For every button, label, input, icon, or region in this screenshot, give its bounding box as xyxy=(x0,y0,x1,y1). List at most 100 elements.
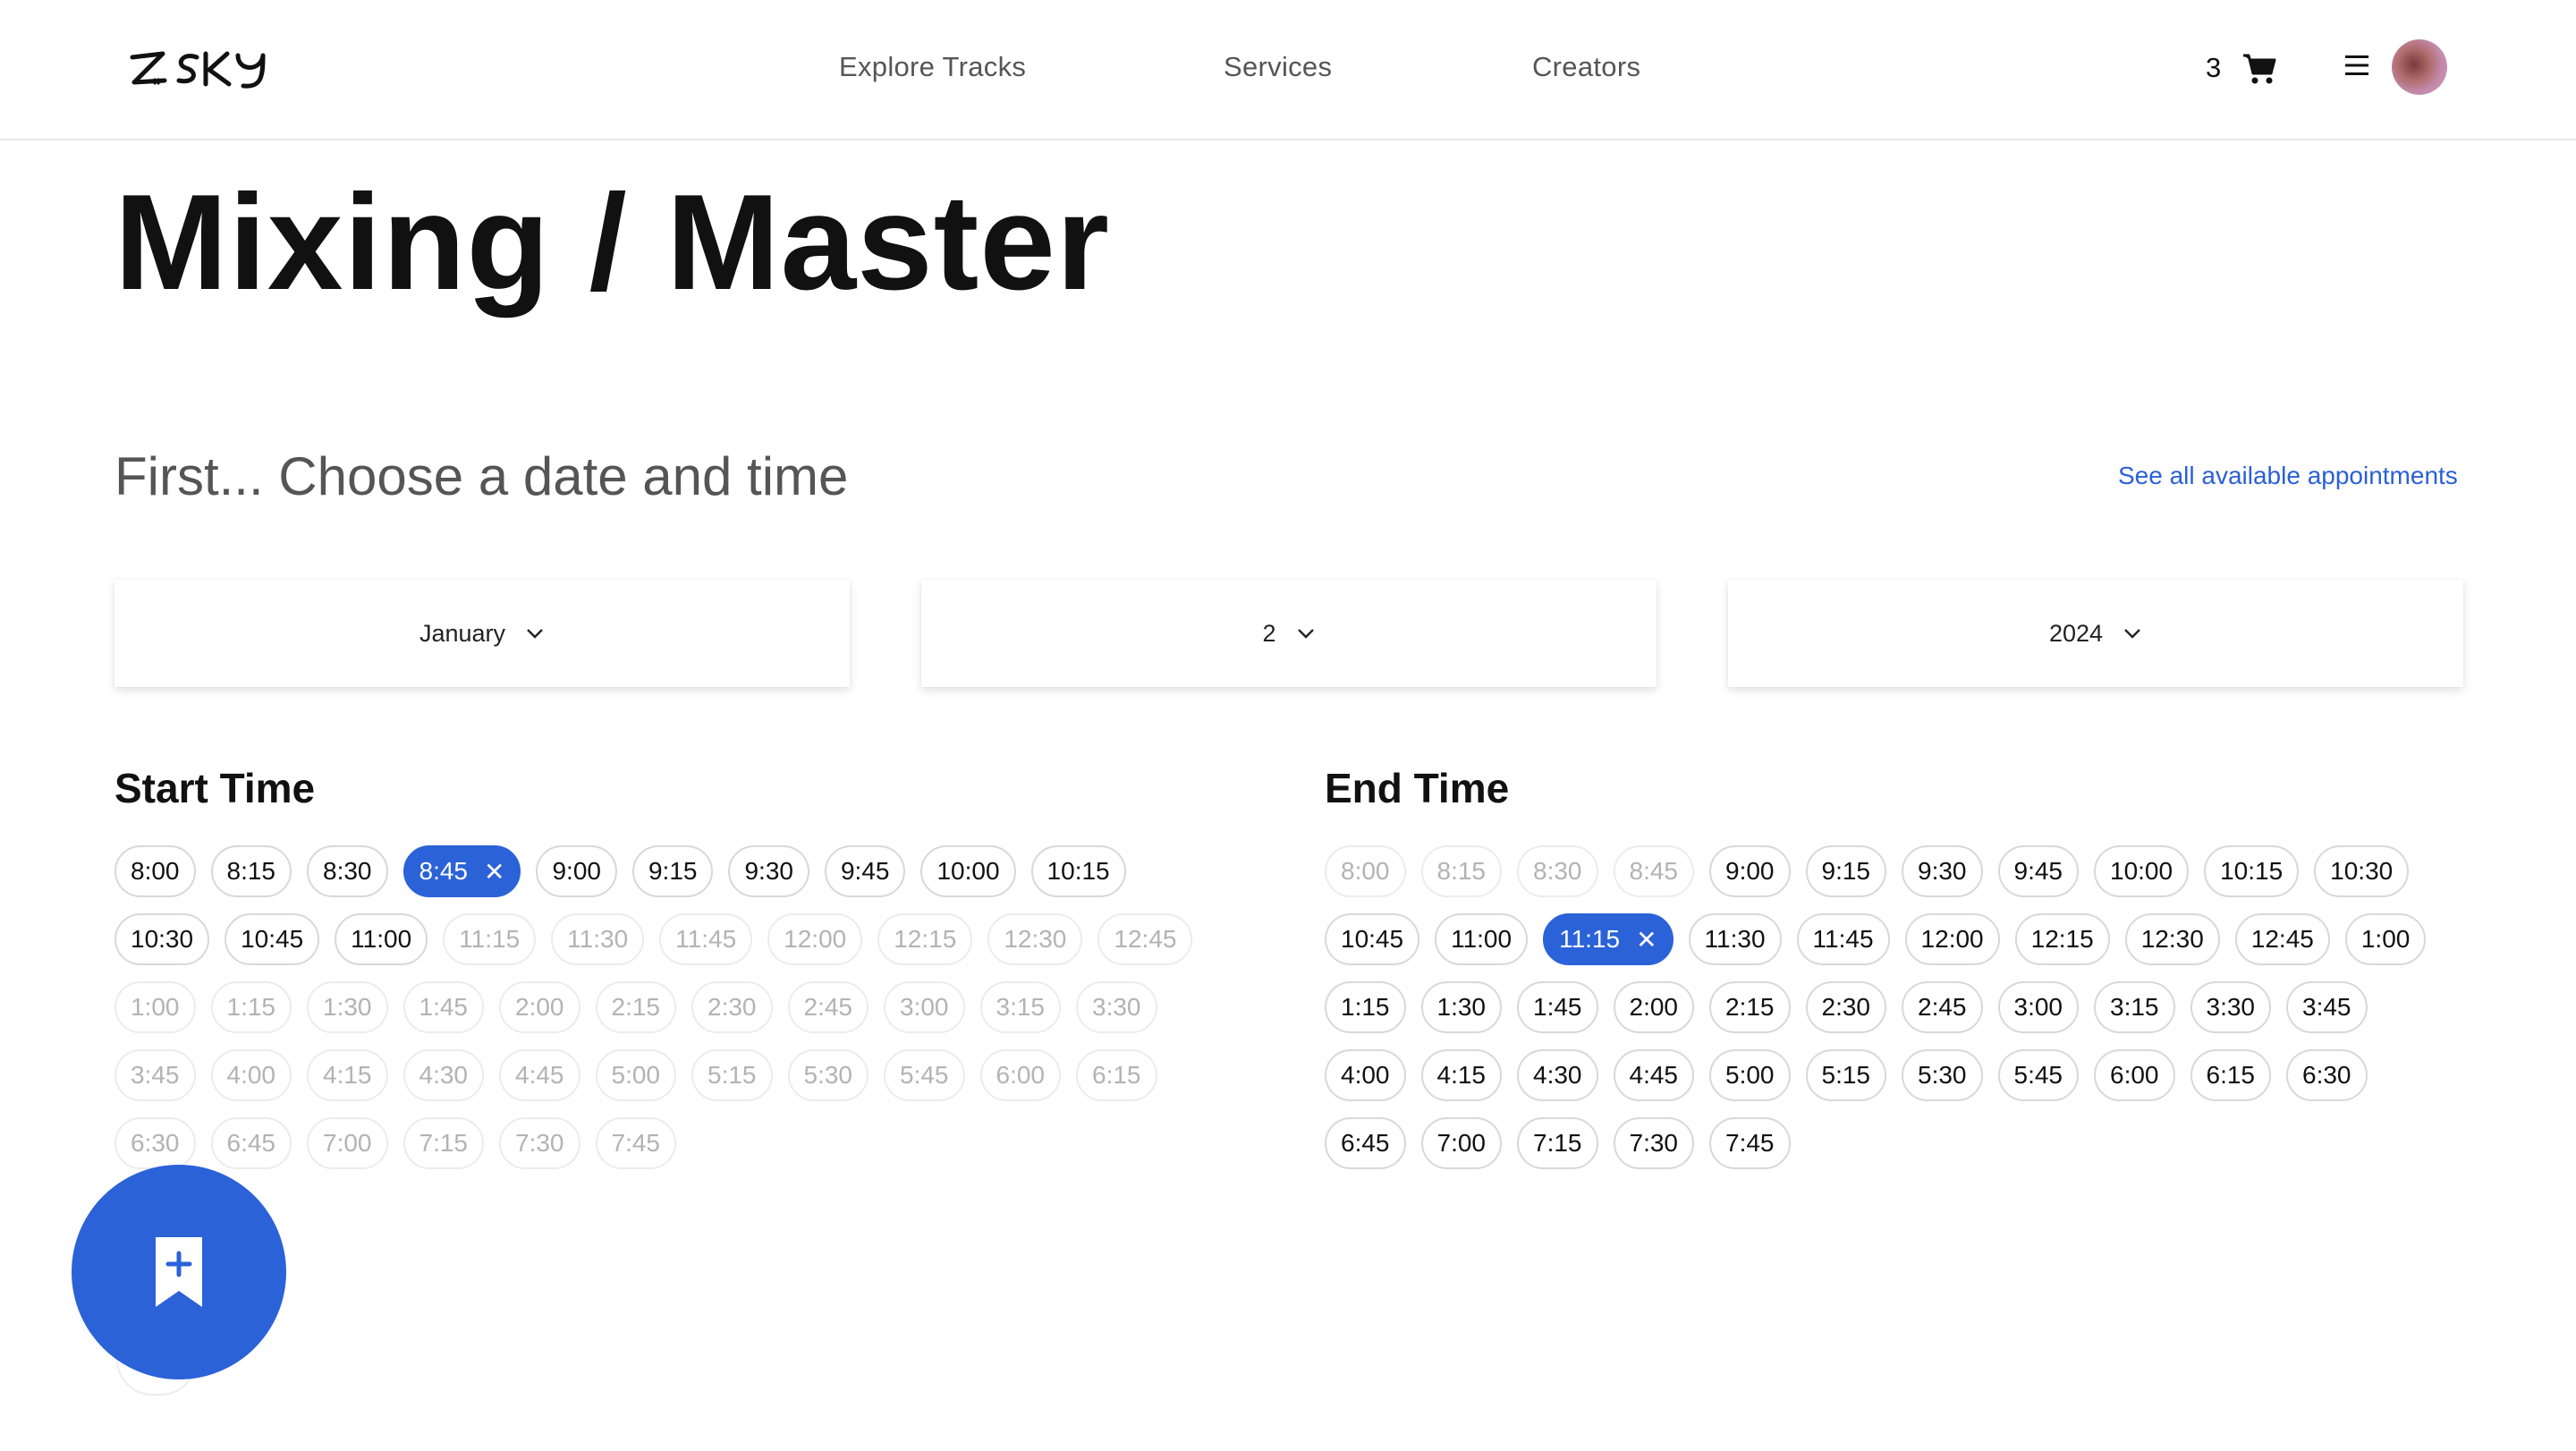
start-time-slot: 2:00 xyxy=(499,981,580,1033)
end-time-slot[interactable]: 12:30 xyxy=(2124,913,2220,965)
end-time-slot[interactable]: 6:30 xyxy=(2286,1049,2368,1101)
end-time-slot[interactable]: 11:30 xyxy=(1688,913,1782,965)
end-time-slot[interactable]: 3:00 xyxy=(1997,981,2079,1033)
start-time-slot: 12:45 xyxy=(1097,913,1193,965)
start-time-slot[interactable]: 9:15 xyxy=(631,845,714,897)
start-time-slot: 4:45 xyxy=(499,1049,580,1101)
end-time-slot: 8:15 xyxy=(1420,845,1502,897)
month-select[interactable]: January xyxy=(114,580,850,687)
end-time-slot[interactable]: 11:00 xyxy=(1435,913,1529,965)
end-time-slot[interactable]: 10:30 xyxy=(2314,845,2410,897)
start-time-slot: 5:15 xyxy=(691,1049,773,1101)
end-time-slot[interactable]: 4:45 xyxy=(1613,1049,1694,1101)
start-time-slot: 2:45 xyxy=(787,981,869,1033)
start-time-slot: 12:30 xyxy=(987,913,1083,965)
end-time-slot[interactable]: 1:00 xyxy=(2344,913,2427,965)
slot-label: 2:45 xyxy=(803,993,853,1021)
clear-selection-icon[interactable]: ✕ xyxy=(484,857,504,887)
start-time-slot[interactable]: 9:30 xyxy=(728,845,809,897)
end-time-slot[interactable]: 12:00 xyxy=(1904,913,2000,965)
end-time-slot[interactable]: 10:00 xyxy=(2094,845,2190,897)
start-time-slot: 7:00 xyxy=(307,1117,388,1169)
start-time-slot: 4:30 xyxy=(402,1049,484,1101)
start-time-slot[interactable]: 10:30 xyxy=(114,913,210,965)
see-all-appointments-link[interactable]: See all available appointments xyxy=(2118,462,2458,490)
end-time-slot[interactable]: 2:15 xyxy=(1709,981,1791,1033)
end-time-slot: 8:45 xyxy=(1613,845,1694,897)
end-time-slot[interactable]: 10:45 xyxy=(1325,913,1420,965)
start-time-slot[interactable]: 11:00 xyxy=(335,913,428,965)
end-time-slot[interactable]: 7:30 xyxy=(1613,1117,1694,1169)
start-time-slot: 3:30 xyxy=(1076,981,1157,1033)
end-time-heading: End Time xyxy=(1325,765,1510,811)
end-time-slot[interactable]: 1:45 xyxy=(1517,981,1598,1033)
slot-label: 12:30 xyxy=(1004,925,1067,953)
cart-icon[interactable] xyxy=(2241,50,2277,86)
start-time-slot[interactable]: 8:00 xyxy=(114,845,196,897)
end-time-slot[interactable]: 12:45 xyxy=(2234,913,2330,965)
end-time-slot[interactable]: 1:15 xyxy=(1325,981,1406,1033)
slot-label: 9:15 xyxy=(648,857,698,885)
end-time-slot[interactable]: 12:15 xyxy=(2014,913,2110,965)
slot-label: 11:00 xyxy=(351,925,412,953)
end-time-slot[interactable]: 9:30 xyxy=(1902,845,1983,897)
end-time-slot[interactable]: 2:45 xyxy=(1902,981,1983,1033)
end-time-slot[interactable]: 11:45 xyxy=(1796,913,1890,965)
end-time-slot[interactable]: 2:30 xyxy=(1805,981,1886,1033)
chevron-down-icon xyxy=(527,629,543,639)
end-time-slot[interactable]: 11:15 ✕ xyxy=(1543,913,1674,965)
end-time-slot[interactable]: 9:45 xyxy=(1997,845,2079,897)
end-time-slot[interactable]: 6:45 xyxy=(1325,1117,1406,1169)
slot-label: 10:00 xyxy=(2110,857,2174,885)
nav-explore-tracks[interactable]: Explore Tracks xyxy=(839,51,1026,83)
end-time-slot[interactable]: 4:30 xyxy=(1517,1049,1598,1101)
end-time-slot[interactable]: 7:15 xyxy=(1517,1117,1598,1169)
start-time-slot: 12:15 xyxy=(877,913,973,965)
start-time-slot[interactable]: 9:00 xyxy=(536,845,617,897)
user-avatar[interactable] xyxy=(2392,39,2447,95)
end-time-slot[interactable]: 3:30 xyxy=(2190,981,2271,1033)
end-time-slot[interactable]: 7:00 xyxy=(1420,1117,1502,1169)
nav-services[interactable]: Services xyxy=(1224,51,1332,83)
end-time-slot[interactable]: 9:15 xyxy=(1805,845,1886,897)
clear-selection-icon[interactable]: ✕ xyxy=(1636,925,1657,955)
end-time-slot[interactable]: 7:45 xyxy=(1709,1117,1791,1169)
start-time-slot[interactable]: 8:15 xyxy=(210,845,292,897)
end-time-slot[interactable]: 5:15 xyxy=(1805,1049,1886,1101)
slot-label: 5:15 xyxy=(1821,1061,1871,1089)
end-time-slot[interactable]: 1:30 xyxy=(1420,981,1502,1033)
start-time-slot: 4:00 xyxy=(210,1049,292,1101)
start-time-slot[interactable]: 10:45 xyxy=(225,913,320,965)
start-time-slot[interactable]: 10:00 xyxy=(920,845,1016,897)
start-time-slot[interactable]: 8:30 xyxy=(307,845,388,897)
end-time-slot[interactable]: 4:00 xyxy=(1325,1049,1406,1101)
nav-creators[interactable]: Creators xyxy=(1532,51,1640,83)
slot-label: 5:15 xyxy=(708,1061,757,1089)
bookmark-add-button[interactable] xyxy=(72,1165,286,1379)
end-time-slot[interactable]: 5:30 xyxy=(1902,1049,1983,1101)
slot-label: 4:30 xyxy=(1533,1061,1582,1089)
menu-icon[interactable] xyxy=(2343,54,2370,77)
zsky-logo[interactable] xyxy=(127,45,279,91)
start-time-slot: 1:45 xyxy=(402,981,484,1033)
start-time-slot[interactable]: 10:15 xyxy=(1030,845,1126,897)
end-time-slot[interactable]: 6:00 xyxy=(2094,1049,2175,1101)
year-select[interactable]: 2024 xyxy=(1728,580,2463,687)
end-time-slot[interactable]: 4:15 xyxy=(1420,1049,1502,1101)
end-time-slot[interactable]: 9:00 xyxy=(1709,845,1791,897)
day-select[interactable]: 2 xyxy=(921,580,1657,687)
slot-label: 1:30 xyxy=(323,993,372,1021)
start-time-slot[interactable]: 8:45 ✕ xyxy=(402,845,521,897)
end-time-slot[interactable]: 2:00 xyxy=(1613,981,1694,1033)
slot-label: 11:30 xyxy=(1704,925,1766,953)
slot-label: 8:45 xyxy=(419,857,469,885)
start-time-slot[interactable]: 9:45 xyxy=(824,845,906,897)
end-time-slot[interactable]: 3:45 xyxy=(2286,981,2368,1033)
end-time-slot[interactable]: 5:45 xyxy=(1997,1049,2079,1101)
slot-label: 4:15 xyxy=(323,1061,372,1089)
end-time-slot[interactable]: 6:15 xyxy=(2190,1049,2271,1101)
end-time-slot[interactable]: 3:15 xyxy=(2094,981,2175,1033)
end-time-slot[interactable]: 5:00 xyxy=(1709,1049,1791,1101)
slot-label: 5:45 xyxy=(900,1061,949,1089)
end-time-slot[interactable]: 10:15 xyxy=(2204,845,2300,897)
